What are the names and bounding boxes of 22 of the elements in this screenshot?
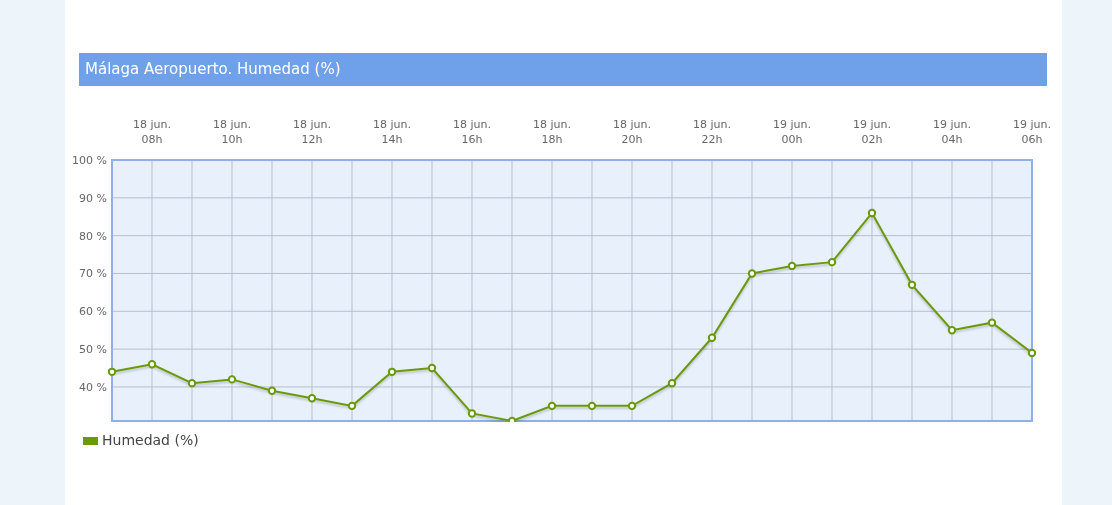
x-axis-label: 19 jun. 02h bbox=[853, 118, 891, 146]
y-axis-label: 80 % bbox=[79, 229, 107, 243]
x-axis-label: 18 jun. 12h bbox=[293, 118, 331, 146]
x-axis-label: 19 jun. 06h bbox=[1013, 118, 1051, 146]
y-axis-label: 40 % bbox=[79, 380, 107, 394]
legend-label[interactable]: Humedad (%) bbox=[102, 430, 199, 451]
y-axis-label: 70 % bbox=[79, 267, 107, 281]
x-axis-label: 18 jun. 16h bbox=[453, 118, 491, 146]
y-axis-label: 100 % bbox=[72, 154, 107, 167]
chart-title: Málaga Aeropuerto. Humedad (%) bbox=[79, 53, 1047, 86]
y-axis-label: 50 % bbox=[79, 343, 107, 357]
x-axis-label: 18 jun. 20h bbox=[613, 118, 651, 146]
y-axis-label: 60 % bbox=[79, 305, 107, 319]
y-axis-label: 90 % bbox=[79, 191, 107, 205]
x-axis-label: 18 jun. 22h bbox=[693, 118, 731, 146]
x-axis-label: 19 jun. 04h bbox=[933, 118, 971, 146]
x-axis-label: 18 jun. 18h bbox=[533, 118, 571, 146]
x-axis-label: 18 jun. 08h bbox=[133, 118, 171, 146]
x-axis-label: 19 jun. 00h bbox=[773, 118, 811, 146]
x-axis-label: 18 jun. 10h bbox=[213, 118, 251, 146]
x-axis-label: 18 jun. 14h bbox=[373, 118, 411, 146]
legend-swatch bbox=[83, 436, 98, 445]
